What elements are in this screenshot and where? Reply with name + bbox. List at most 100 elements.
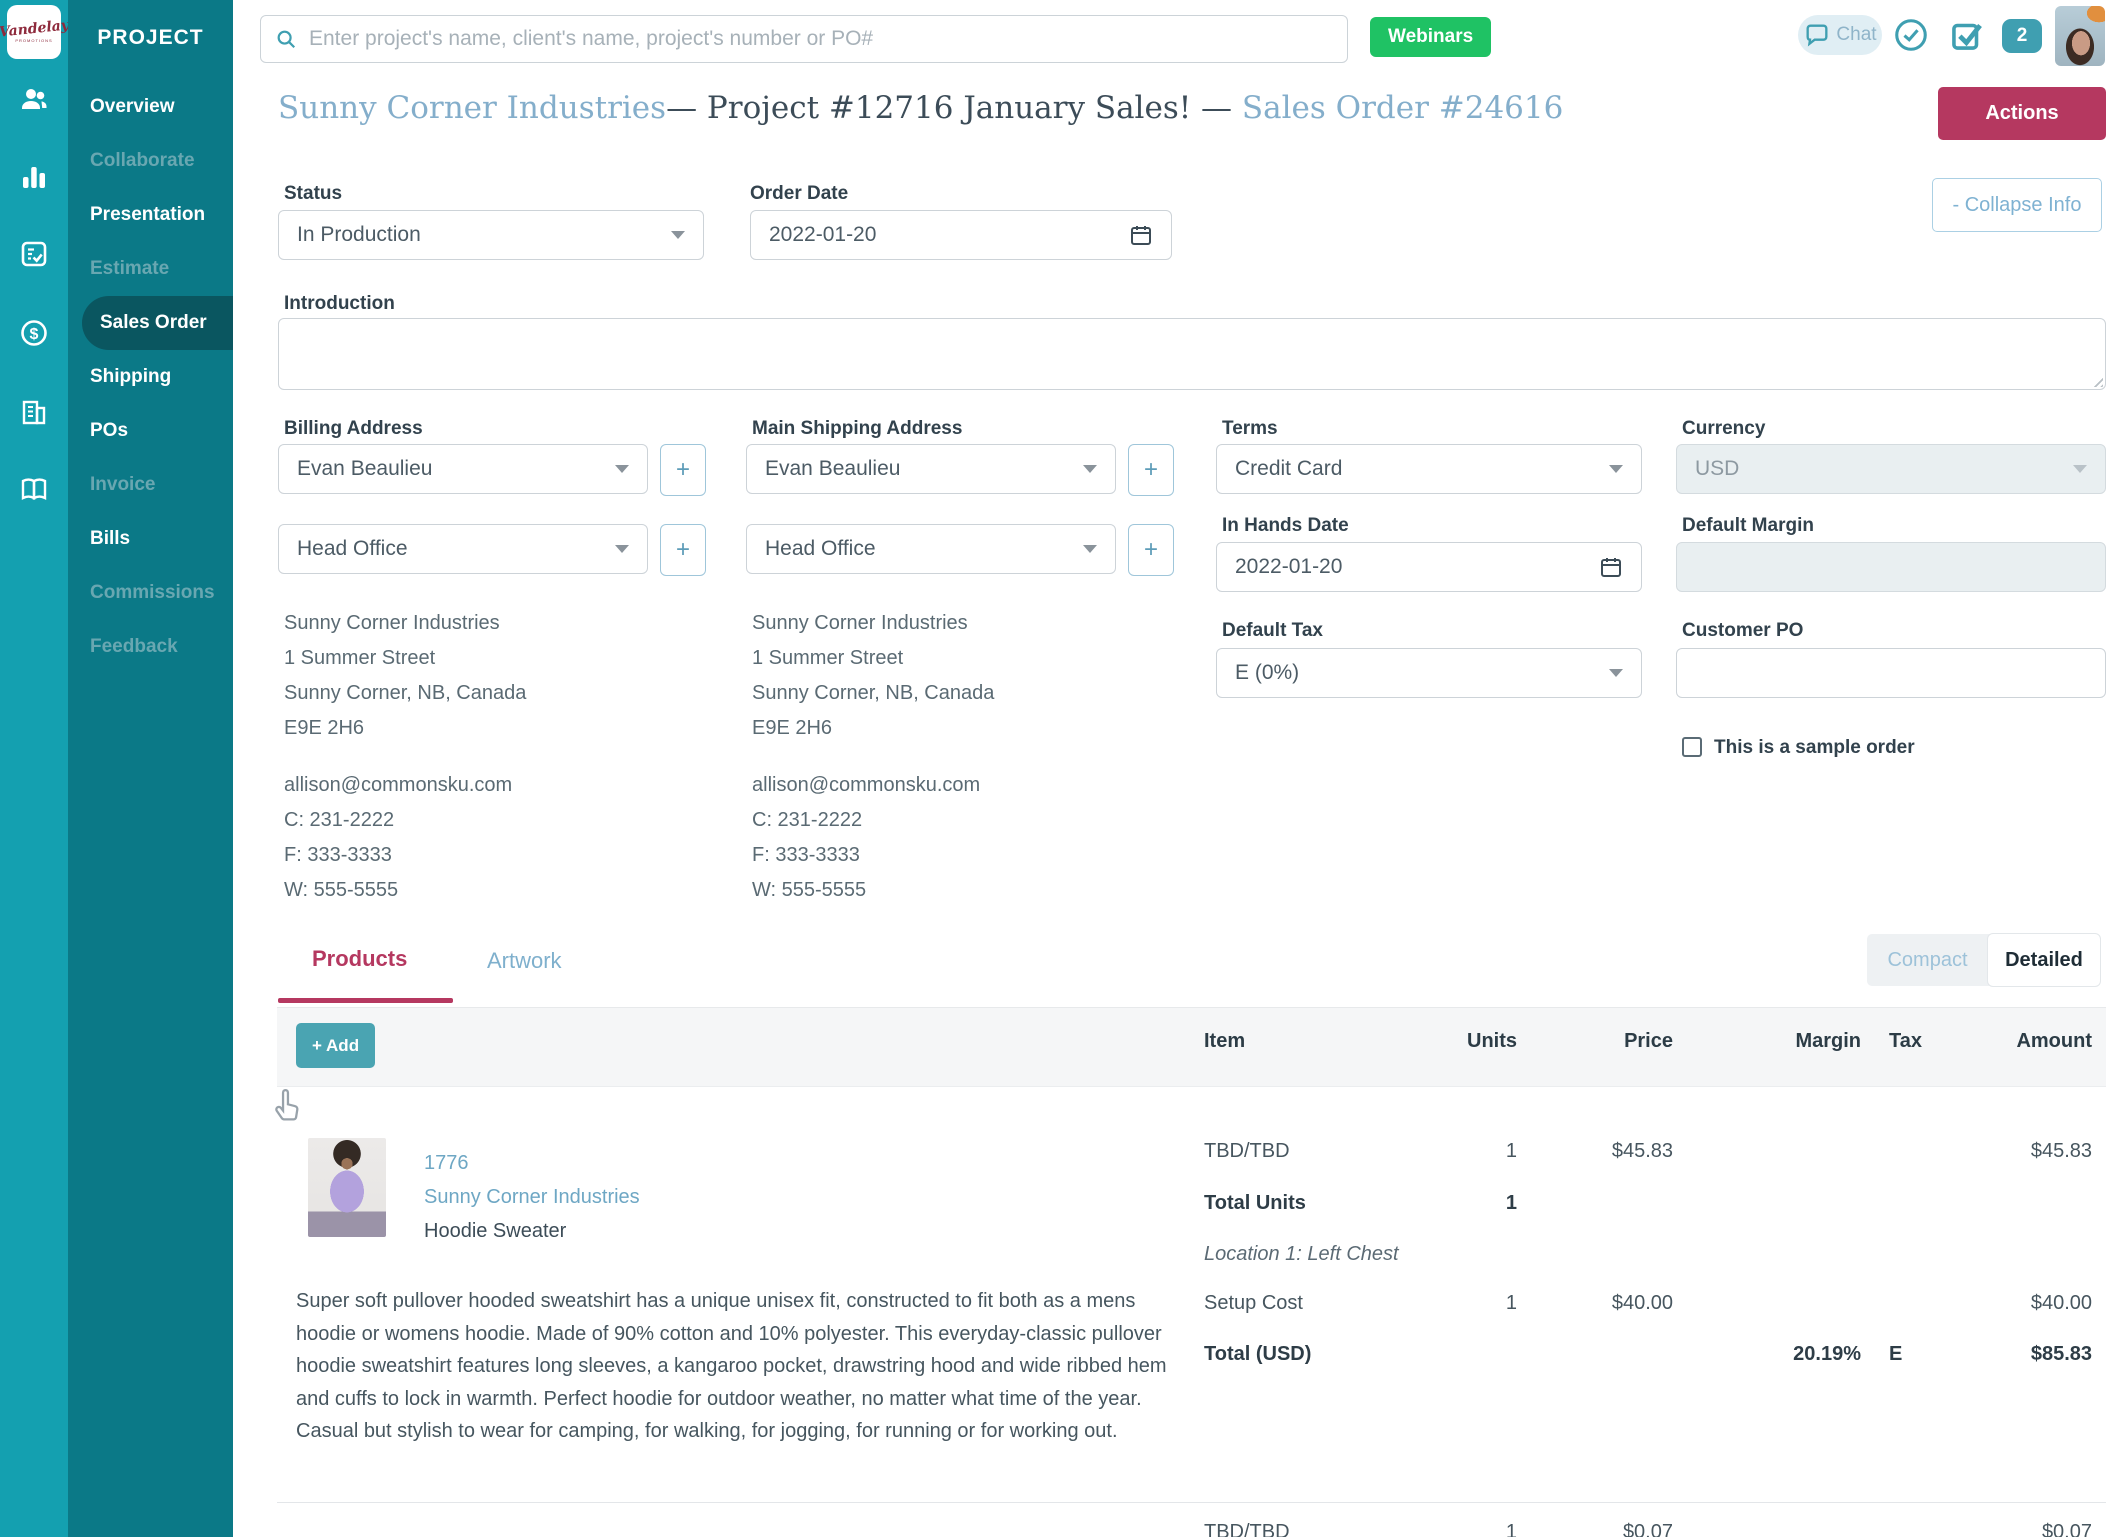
sidebar-item-shipping[interactable]: Shipping <box>68 350 233 404</box>
product-client-link[interactable]: Sunny Corner Industries <box>424 1186 640 1209</box>
project-title-segment: — Project #12716 January Sales! — <box>666 90 1242 126</box>
vandelay-logo[interactable]: Vandelay PROMOTIONS <box>0 5 70 59</box>
billing-location-select[interactable]: Head Office <box>278 524 648 574</box>
notification-badge[interactable]: 2 <box>2002 19 2042 53</box>
product-sku-link[interactable]: 1776 <box>424 1152 469 1175</box>
project-search <box>260 15 1348 63</box>
currency-label: Currency <box>1682 418 1766 439</box>
actions-button[interactable]: Actions <box>1938 87 2106 140</box>
terms-label: Terms <box>1222 418 1278 439</box>
task-check-icon[interactable] <box>1948 16 1986 54</box>
contacts-icon[interactable] <box>17 82 51 116</box>
chat-label: Chat <box>1836 24 1877 45</box>
in-hands-date-label: In Hands Date <box>1222 515 1349 536</box>
app-sidebar-strip: Vandelay PROMOTIONS $ <box>0 0 70 1537</box>
page-title: Sunny Corner Industries— Project #12716 … <box>278 90 1563 126</box>
sidebar-item-feedback[interactable]: Feedback <box>68 620 233 674</box>
col-tax: Tax <box>1889 1030 1922 1052</box>
add-shipping-address-button[interactable]: + <box>1128 524 1174 576</box>
shipping-address-label: Main Shipping Address <box>752 418 963 439</box>
search-input[interactable] <box>307 26 1333 52</box>
sidebar-item-sales-order[interactable]: Sales Order <box>82 296 233 350</box>
add-billing-address-button[interactable]: + <box>660 524 706 576</box>
logo-text: Vandelay <box>0 16 70 41</box>
introduction-label: Introduction <box>284 293 395 314</box>
status-select[interactable]: In Production <box>278 210 704 260</box>
row-divider <box>277 1502 2106 1503</box>
default-margin-label: Default Margin <box>1682 515 1814 536</box>
active-tab-underline <box>278 998 453 1003</box>
order-date-label: Order Date <box>750 183 849 204</box>
add-product-button[interactable]: + Add <box>296 1023 376 1068</box>
shipping-location-select[interactable]: Head Office <box>746 524 1116 574</box>
sidebar-item-bills[interactable]: Bills <box>68 512 233 566</box>
webinars-button[interactable]: Webinars <box>1370 17 1492 57</box>
introduction-textarea[interactable] <box>278 318 2106 390</box>
table-header-row: Item Units Price Margin Tax Amount <box>1204 1030 2106 1053</box>
billing-contact-select[interactable]: Evan Beaulieu <box>278 444 648 494</box>
table-row-total: Total (USD) 20.19% E $85.83 <box>1204 1343 2092 1365</box>
tab-products[interactable]: Products <box>312 946 407 972</box>
plus-icon: + <box>312 1035 322 1055</box>
client-link[interactable]: Sunny Corner Industries <box>278 90 666 126</box>
col-margin: Margin <box>1795 1030 1861 1052</box>
sales-order-page: Vandelay PROMOTIONS $ PROJECT Overview C… <box>0 0 2110 1537</box>
svg-text:$: $ <box>30 326 39 343</box>
sidebar-item-estimate[interactable]: Estimate <box>68 242 233 296</box>
add-billing-contact-button[interactable]: + <box>660 444 706 496</box>
sidebar-item-pos[interactable]: POs <box>68 404 233 458</box>
companies-icon[interactable] <box>17 395 51 429</box>
default-tax-label: Default Tax <box>1222 620 1324 641</box>
default-margin-input <box>1676 542 2106 592</box>
chevron-down-icon <box>1609 669 1623 677</box>
detailed-view-button[interactable]: Detailed <box>1988 934 2100 986</box>
customer-po-input[interactable] <box>1676 648 2106 698</box>
product-name: Hoodie Sweater <box>424 1220 567 1242</box>
collapse-info-button[interactable]: - Collapse Info <box>1932 178 2102 232</box>
nav-title: PROJECT <box>97 26 204 49</box>
billing-address-text: Sunny Corner Industries 1 Summer Street S… <box>284 612 527 739</box>
product-description: Super soft pullover hooded sweatshirt ha… <box>296 1290 1167 1442</box>
chevron-down-icon <box>671 231 685 239</box>
compact-view-button[interactable]: Compact <box>1867 934 1988 986</box>
sidebar-item-overview[interactable]: Overview <box>68 80 233 134</box>
sidebar-item-collaborate[interactable]: Collaborate <box>68 134 233 188</box>
sidebar-item-commissions[interactable]: Commissions <box>68 566 233 620</box>
shipping-address-text: Sunny Corner Industries 1 Summer Street S… <box>752 612 995 739</box>
default-tax-select[interactable]: E (0%) <box>1216 648 1642 698</box>
table-row-next: TBD/TBD 1 $0.07 $0.07 <box>1204 1521 2092 1537</box>
calendar-icon <box>1131 226 1151 245</box>
table-row-total-units: Total Units 1 <box>1204 1192 1517 1214</box>
shipping-contact-text: allison@commonsku.com C: 231-2222 F: 333-… <box>752 774 981 901</box>
chevron-down-icon <box>1083 465 1097 473</box>
table-row: TBD/TBD 1 $45.83 $45.83 <box>1204 1140 2092 1162</box>
shipping-contact-select[interactable]: Evan Beaulieu <box>746 444 1116 494</box>
clock-icon[interactable] <box>1892 16 1930 54</box>
chat-bubble-icon <box>1806 24 1828 47</box>
user-avatar[interactable] <box>2055 6 2105 66</box>
chevron-down-icon <box>1083 545 1097 553</box>
sample-order-checkbox[interactable] <box>1682 737 1702 757</box>
hand-cursor-icon <box>275 1088 299 1121</box>
sidebar-item-invoice[interactable]: Invoice <box>68 458 233 512</box>
sidebar-item-presentation[interactable]: Presentation <box>68 188 233 242</box>
col-item: Item <box>1204 1030 1246 1052</box>
order-date-input[interactable]: 2022-01-20 <box>750 210 1172 260</box>
col-amount: Amount <box>2016 1030 2092 1052</box>
terms-select[interactable]: Credit Card <box>1216 444 1642 494</box>
tab-artwork[interactable]: Artwork <box>487 948 562 974</box>
in-hands-date-input[interactable]: 2022-01-20 <box>1216 542 1642 592</box>
add-shipping-contact-button[interactable]: + <box>1128 444 1174 496</box>
status-label: Status <box>284 183 343 204</box>
project-nav: PROJECT Overview Collaborate Presentatio… <box>68 0 233 1537</box>
finance-icon[interactable]: $ <box>17 316 51 350</box>
resources-icon[interactable] <box>17 472 51 506</box>
resize-handle-icon[interactable] <box>2090 374 2103 387</box>
tasks-icon[interactable] <box>17 237 51 271</box>
product-image[interactable] <box>308 1138 386 1237</box>
table-row-setup-cost: Setup Cost 1 $40.00 $40.00 <box>1204 1292 2092 1314</box>
reports-icon[interactable] <box>17 160 51 194</box>
chat-button[interactable]: Chat <box>1798 15 1882 55</box>
sales-order-link[interactable]: Sales Order #24616 <box>1242 90 1563 126</box>
billing-address-label: Billing Address <box>284 418 423 439</box>
